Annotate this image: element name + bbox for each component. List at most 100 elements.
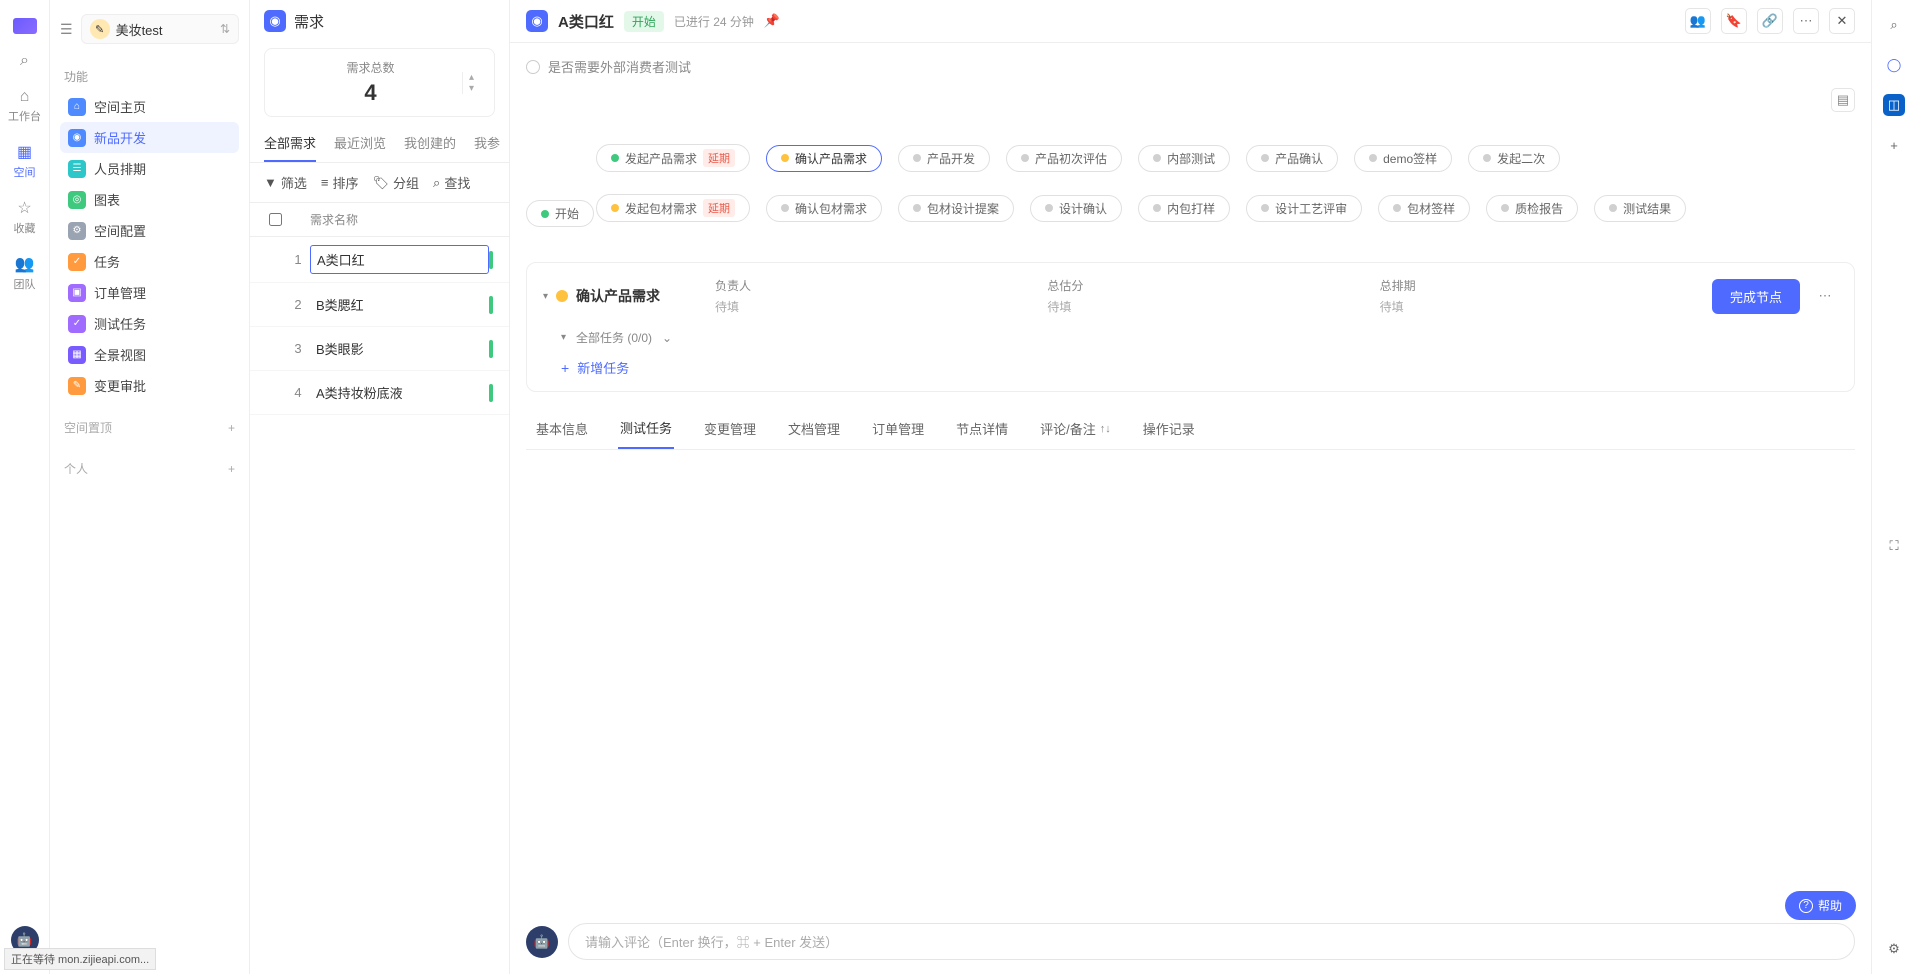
btab-basic[interactable]: 基本信息 [534,408,590,449]
nav-charts[interactable]: ◎图表 [60,184,239,215]
add-pinned-icon[interactable]: + [228,421,235,435]
flow-node-start[interactable]: 开始 [526,200,594,227]
flow-node[interactable]: 发起包材需求延期 [596,194,750,222]
app-switcher-icon[interactable]: ◯ [1883,54,1905,76]
flow-node[interactable]: 产品初次评估 [1006,145,1122,172]
btab-test-tasks[interactable]: 测试任务 [618,408,674,449]
btab-doc-mgmt[interactable]: 文档管理 [786,408,842,449]
rail-workbench[interactable]: ⌂工作台 [8,88,41,124]
flow-node[interactable]: 包材设计提案 [898,195,1014,222]
table-row[interactable]: 3 B类眼影 [250,327,509,371]
table-row[interactable]: 2 B类腮红 [250,283,509,327]
share-users-button[interactable]: 👥 [1685,8,1711,34]
rail-team[interactable]: 👥团队 [14,254,36,292]
btab-node-detail[interactable]: 节点详情 [954,408,1010,449]
summary-card: 需求总数 4 ▴ ▾ [264,48,495,117]
box-icon: ▣ [68,284,86,302]
btab-log[interactable]: 操作记录 [1141,408,1197,449]
tab-created[interactable]: 我创建的 [404,133,456,162]
expand-down-icon[interactable]: ▾ [463,83,480,94]
expand-up-icon[interactable]: ▴ [463,72,480,83]
table-row[interactable]: 1 A类口红 [250,237,509,283]
flow-node[interactable]: 内部测试 [1138,145,1230,172]
group-button[interactable]: 🏷分组 [373,173,420,192]
flow-layout-button[interactable]: ▤ [1831,88,1855,112]
status-badge: 开始 [624,11,664,32]
detail-header: ◉ A类口红 开始 已进行 24 分钟 📌 👥 🔖 🔗 ⋯ ✕ [510,0,1871,43]
add-task-button[interactable]: + 新增任务 [543,358,1838,377]
nav-test-tasks[interactable]: ✓测试任务 [60,308,239,339]
sidebar-collapse-icon[interactable]: ☰ [60,21,73,38]
btab-order-mgmt[interactable]: 订单管理 [870,408,926,449]
tab-recent[interactable]: 最近浏览 [334,133,386,162]
outlook-icon[interactable]: ◫ [1883,94,1905,116]
flow-node[interactable]: demo签样 [1354,145,1452,172]
rail-favorites[interactable]: ☆收藏 [14,198,36,236]
flow-node[interactable]: 产品确认 [1246,145,1338,172]
nav-panorama[interactable]: ▦全景视图 [60,339,239,370]
fullscreen-icon[interactable]: ⛶ [1883,535,1905,557]
nav-staff-schedule[interactable]: ☰人员排期 [60,153,239,184]
nav-space-config[interactable]: ⚙空间配置 [60,215,239,246]
flow-node[interactable]: 包材签样 [1378,195,1470,222]
more-button[interactable]: ⋯ [1793,8,1819,34]
dot-icon [1393,204,1401,212]
flow-node[interactable]: 设计确认 [1030,195,1122,222]
nav-change-approval[interactable]: ✎变更审批 [60,370,239,401]
rail-search[interactable]: ⌕ [20,52,29,70]
flow-node[interactable]: 设计工艺评审 [1246,195,1362,222]
sched-label: 总排期 [1380,277,1700,294]
dot-icon [1483,154,1491,162]
link-button[interactable]: 🔗 [1757,8,1783,34]
search-button[interactable]: ⌕查找 [433,173,470,192]
node-more-button[interactable]: ⋯ [1812,283,1838,309]
complete-node-button[interactable]: 完成节点 [1712,279,1800,314]
flow-node[interactable]: 确认包材需求 [766,195,882,222]
workspace-name: 美妆test [116,20,214,39]
flow-node[interactable]: 发起二次 [1468,145,1560,172]
tab-participated[interactable]: 我参 [474,133,500,162]
tab-all[interactable]: 全部需求 [264,133,316,162]
check-icon: ✓ [68,253,86,271]
sort-button[interactable]: ≡排序 [321,173,359,192]
external-test-checkbox-row[interactable]: 是否需要外部消费者测试 [526,57,1855,76]
sched-value[interactable]: 待填 [1380,298,1700,315]
close-button[interactable]: ✕ [1829,8,1855,34]
flowchart: 开始 发起产品需求延期 确认产品需求 产品开发 产品初次评估 内部测试 产品确认… [526,120,1855,262]
bookmark-button[interactable]: 🔖 [1721,8,1747,34]
comment-avatar[interactable]: 🤖 [526,926,558,958]
nav-new-product[interactable]: ◉新品开发 [60,122,239,153]
nav-space-home[interactable]: ⌂空间主页 [60,91,239,122]
search-icon[interactable]: ⌕ [1883,14,1905,36]
app-logo[interactable] [13,18,37,34]
caret-down-icon: ▾ [561,332,566,343]
filter-button[interactable]: ▼筛选 [264,173,307,192]
flow-node-active[interactable]: 确认产品需求 [766,145,882,172]
flow-node[interactable]: 内包打样 [1138,195,1230,222]
workspace-selector[interactable]: ✎ 美妆test ⇅ [81,14,239,44]
flow-node[interactable]: 测试结果 [1594,195,1686,222]
btab-comments[interactable]: 评论/备注↑↓ [1038,408,1113,449]
pin-icon[interactable]: 📌 [764,13,780,29]
table-row[interactable]: 4 A类持妆粉底液 [250,371,509,415]
add-personal-icon[interactable]: + [228,462,235,476]
add-icon[interactable]: + [1883,134,1905,156]
owner-value[interactable]: 待填 [715,298,1035,315]
help-button[interactable]: ? 帮助 [1785,891,1856,920]
comment-input[interactable]: 请输入评论（Enter 换行，⌘ + Enter 发送） [568,923,1855,960]
status-indicator [489,340,493,358]
flow-node[interactable]: 质检报告 [1486,195,1578,222]
nav-orders[interactable]: ▣订单管理 [60,277,239,308]
flow-node[interactable]: 产品开发 [898,145,990,172]
settings-icon[interactable]: ⚙ [1883,938,1905,960]
nav-tasks[interactable]: ✓任务 [60,246,239,277]
radio-icon[interactable] [526,60,540,74]
subtask-toggle[interactable]: ▾ 全部任务 (0/0) ⌄ [543,329,1838,346]
btab-change-mgmt[interactable]: 变更管理 [702,408,758,449]
flow-node[interactable]: 发起产品需求延期 [596,144,750,172]
rail-space[interactable]: ▦空间 [14,142,36,180]
est-value[interactable]: 待填 [1047,298,1367,315]
select-all-checkbox[interactable] [269,213,282,226]
caret-down-icon[interactable]: ▾ [543,291,548,302]
dot-icon [1501,204,1509,212]
